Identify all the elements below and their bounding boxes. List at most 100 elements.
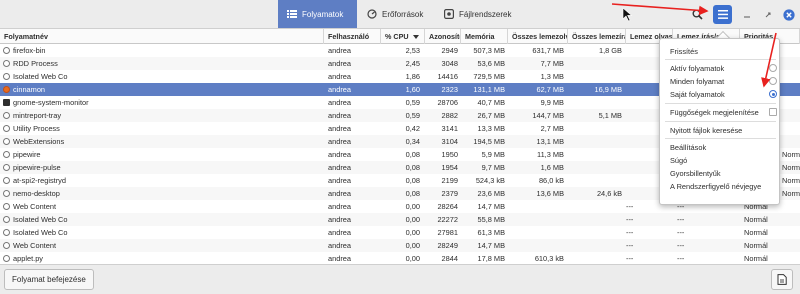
cell-pid: 22272	[437, 215, 458, 224]
cell-pid: 2199	[441, 176, 458, 185]
column-header-cpu[interactable]: % CPU	[381, 29, 425, 44]
cell-cpu: 1,60	[405, 85, 420, 94]
cell-cpu: 2,45	[405, 59, 420, 68]
menu-button[interactable]	[713, 5, 732, 24]
cell-process-name: nemo-desktop	[13, 189, 60, 198]
menu-own-processes[interactable]: Saját folyamatok	[670, 90, 725, 99]
cell-write: 1,8 GB	[598, 46, 622, 55]
cell-cpu: 0,00	[405, 228, 420, 237]
cell-user: andrea	[328, 241, 352, 250]
cell-process-name: Isolated Web Co	[13, 215, 68, 224]
radio-own-processes[interactable]	[769, 90, 777, 98]
cell-cpu: 0,08	[405, 163, 420, 172]
cell-pid: 28706	[437, 98, 458, 107]
cell-mem: 40,7 MB	[477, 98, 505, 107]
maximize-button[interactable]	[758, 5, 777, 24]
cell-priority-overflow: Normál	[782, 150, 800, 159]
menu-search-open-files[interactable]: Nyitott fájlok keresése	[670, 126, 742, 135]
cell-mem: 53,6 MB	[477, 59, 505, 68]
end-process-button[interactable]: Folyamat befejezése	[4, 269, 94, 290]
close-button[interactable]	[779, 5, 798, 24]
cell-mem: 131,1 MB	[473, 85, 505, 94]
cell-mem: 9,7 MB	[481, 163, 505, 172]
cell-pid: 14416	[437, 72, 458, 81]
search-button[interactable]	[688, 5, 707, 24]
hamburger-icon	[717, 10, 728, 19]
tab-filesystems[interactable]: Fájlrendszerek	[435, 0, 527, 28]
menu-settings[interactable]: Beállítások	[670, 143, 706, 152]
cell-cpu: 0,08	[405, 176, 420, 185]
cell-user: andrea	[328, 59, 352, 68]
cell-read	[508, 213, 564, 226]
table-row[interactable]: Web Content andrea 0,00 28249 14,7 MB --- --- N…	[0, 239, 800, 252]
menu-refresh[interactable]: Frissítés	[670, 47, 698, 56]
cell-cpu: 0,00	[405, 241, 420, 250]
cell-wps: ---	[677, 254, 685, 263]
cell-cpu: 0,00	[405, 215, 420, 224]
cell-write	[568, 226, 622, 239]
cell-read: 9,9 MB	[540, 98, 564, 107]
cell-mem: 61,3 MB	[477, 228, 505, 237]
cell-read	[508, 226, 564, 239]
cell-mem: 26,7 MB	[477, 111, 505, 120]
cell-pid: 28264	[437, 202, 458, 211]
cell-process-name: Web Content	[13, 241, 57, 250]
column-header-pid[interactable]: Azonosító	[425, 29, 461, 44]
menu-show-dependencies[interactable]: Függőségek megjelenítése	[670, 108, 759, 117]
cell-cpu: 1,86	[405, 72, 420, 81]
cell-write	[568, 57, 622, 70]
table-row[interactable]: Isolated Web Co andrea 0,00 22272 55,8 MB ---…	[0, 213, 800, 226]
properties-button[interactable]	[771, 269, 793, 290]
sort-descending-icon	[412, 35, 419, 39]
cell-read: 62,7 MB	[536, 85, 564, 94]
tab-processes[interactable]: Folyamatok	[278, 0, 357, 28]
footer-bar: Folyamat befejezése	[0, 264, 800, 294]
cell-rps: ---	[626, 241, 634, 250]
process-icon	[3, 125, 10, 132]
document-icon	[777, 274, 787, 285]
column-header-name[interactable]: Folyamatnév	[0, 29, 324, 44]
menu-help[interactable]: Súgó	[670, 156, 687, 165]
menu-separator	[665, 121, 776, 122]
cell-mem: 23,6 MB	[477, 189, 505, 198]
minimize-button[interactable]	[737, 5, 756, 24]
radio-all-processes[interactable]	[769, 77, 777, 85]
cell-user: andrea	[328, 163, 352, 172]
cell-read: 7,7 MB	[540, 59, 564, 68]
cell-read: 144,7 MB	[532, 111, 564, 120]
column-header-disk-read-total[interactable]: Összes lemezolvasás	[508, 29, 568, 44]
cell-cpu: 0,08	[405, 150, 420, 159]
cell-write	[568, 122, 622, 135]
cell-write	[568, 70, 622, 83]
cell-pid: 2949	[441, 46, 458, 55]
process-icon	[3, 190, 10, 197]
menu-active-processes[interactable]: Aktív folyamatok	[670, 64, 724, 73]
process-icon	[3, 177, 10, 184]
cell-read: 13,6 MB	[536, 189, 564, 198]
column-header-disk-write-total[interactable]: Összes lemezírás	[568, 29, 626, 44]
cell-process-name: at-spi2-registryd	[13, 176, 66, 185]
table-row[interactable]: Isolated Web Co andrea 0,00 27981 61,3 MB ---…	[0, 226, 800, 239]
cell-cpu: 2,53	[405, 46, 420, 55]
menu-about[interactable]: A Rendszerfigyelő névjegye	[670, 182, 761, 191]
column-header-user[interactable]: Felhasználó	[324, 29, 381, 44]
cell-process-name: gnome-system-monitor	[13, 98, 89, 107]
radio-active-processes[interactable]	[769, 64, 777, 72]
maximize-icon	[765, 12, 770, 17]
cell-read: 86,0 kB	[538, 176, 564, 185]
cell-user: andrea	[328, 46, 352, 55]
table-row[interactable]: applet.py andrea 0,00 2844 17,8 MB 610,3 kB --…	[0, 252, 800, 264]
cell-write	[568, 135, 622, 148]
checkbox-show-dependencies[interactable]	[769, 108, 777, 116]
column-header-memory[interactable]: Memória	[461, 29, 508, 44]
cell-write	[568, 174, 622, 187]
cell-wps: ---	[677, 241, 685, 250]
menu-keyboard-shortcuts[interactable]: Gyorsbillentyűk	[670, 169, 721, 178]
tab-resources[interactable]: Erőforrások	[358, 0, 434, 28]
column-header-cpu-label: % CPU	[385, 32, 409, 41]
menu-all-processes[interactable]: Minden folyamat	[670, 77, 724, 86]
process-icon	[3, 138, 10, 145]
cell-cpu: 0,59	[405, 98, 420, 107]
cell-pid: 3104	[441, 137, 458, 146]
cell-pid: 2379	[441, 189, 458, 198]
